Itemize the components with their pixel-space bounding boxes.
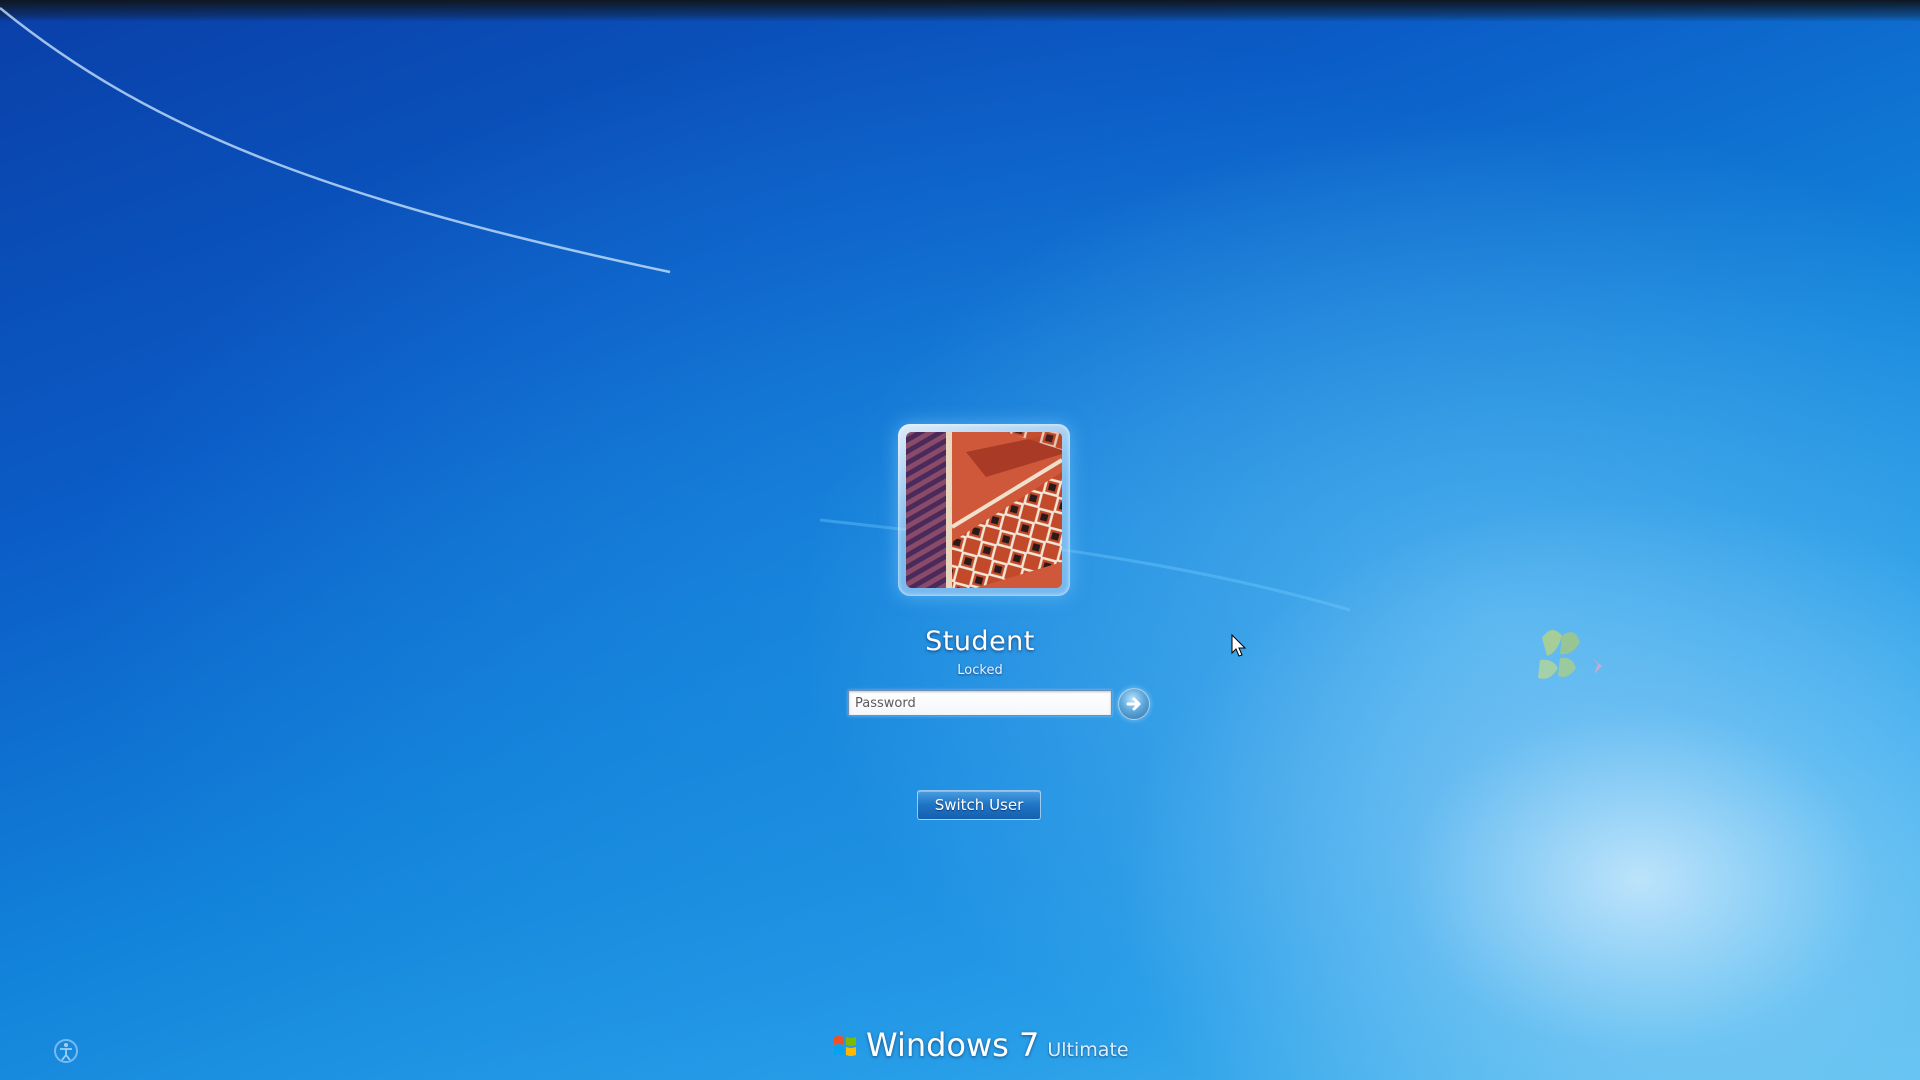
user-tile[interactable] [898,424,1070,596]
wallpaper-windows-logo-icon [1538,629,1602,679]
arrow-right-icon [1126,697,1141,711]
user-name: Student [925,626,1035,657]
switch-user-button[interactable]: Switch User [917,790,1041,820]
windows-flag-icon [834,1036,856,1056]
windows-branding: Windows 7 Ultimate [832,1026,1129,1066]
rug-pattern-picture [906,432,1062,588]
password-input[interactable] [848,690,1112,716]
ease-of-access-button[interactable] [46,1034,88,1068]
submit-arrow-button[interactable] [1118,688,1150,720]
product-edition: Ultimate [1047,1039,1129,1061]
product-name: Windows 7 [866,1026,1040,1064]
ease-of-access-icon [54,1039,78,1063]
mouse-pointer-icon [1231,634,1247,657]
user-account-picture [906,432,1062,588]
user-status: Locked [957,663,1003,678]
